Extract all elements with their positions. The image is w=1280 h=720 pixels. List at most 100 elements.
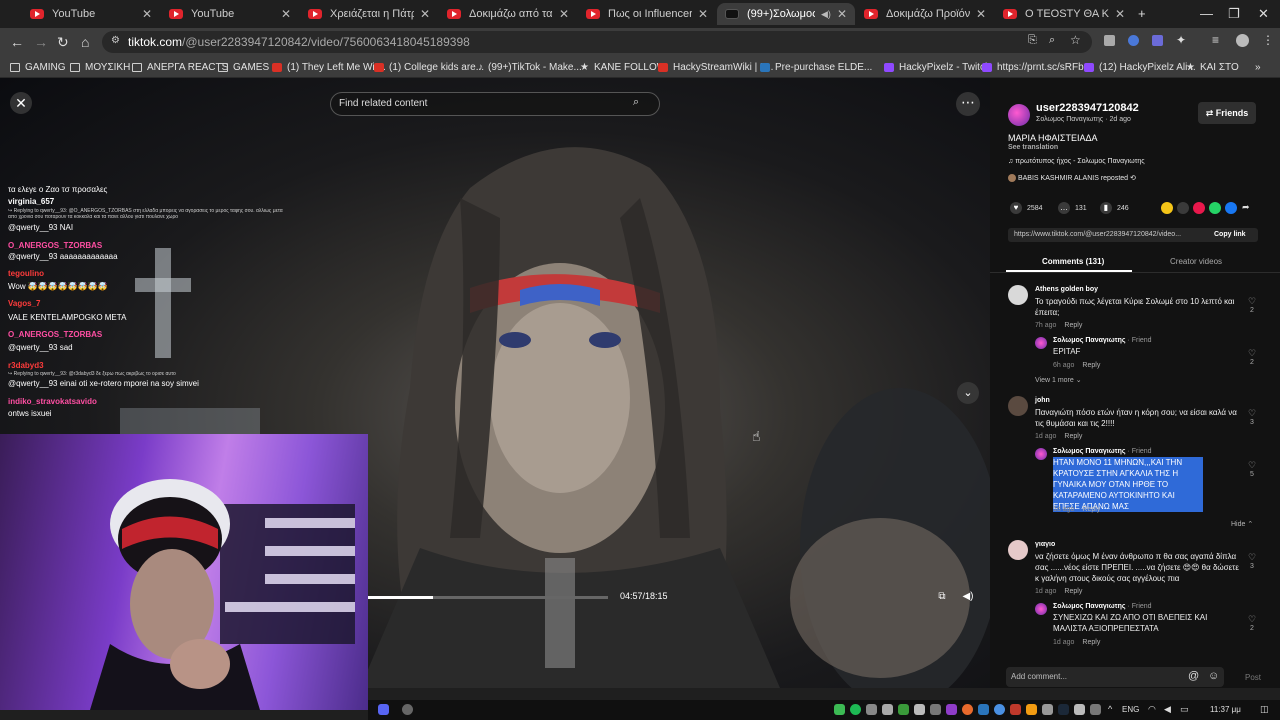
profile-avatar[interactable] bbox=[1236, 34, 1249, 47]
browser-tab[interactable]: Ο TEOSTY ΘΑ ΚΑΝΕΙ IRL ✕ bbox=[995, 3, 1133, 25]
bookmark-item[interactable]: HackyPixelz - Twitch bbox=[884, 59, 991, 75]
window-close-button[interactable]: ✕ bbox=[1258, 6, 1269, 22]
new-tab-button[interactable]: + bbox=[1138, 6, 1146, 21]
commenter-avatar[interactable] bbox=[1008, 285, 1028, 305]
comment-like[interactable]: ♡ 3 bbox=[1246, 552, 1258, 570]
tiktok-share-icon[interactable] bbox=[1193, 202, 1205, 214]
video-progress-bar[interactable] bbox=[368, 596, 608, 599]
browser-tab[interactable]: YouTube ✕ bbox=[161, 3, 299, 25]
tray-icon[interactable] bbox=[834, 704, 845, 715]
bookmark-item[interactable]: GAMES bbox=[218, 59, 269, 75]
zoom-icon[interactable]: ⌕ bbox=[1049, 34, 1055, 47]
bookmark-item[interactable]: GAMING bbox=[10, 59, 66, 75]
steam-icon[interactable] bbox=[1058, 704, 1069, 715]
comment-like[interactable]: ♡ 5 bbox=[1246, 460, 1258, 478]
tray-icon[interactable] bbox=[930, 704, 941, 715]
bookmark-item[interactable]: ♪ (99+)TikTok - Make... bbox=[478, 59, 582, 75]
mention-icon[interactable]: @ bbox=[1188, 670, 1199, 682]
bookmark-item[interactable]: (12) HackyPixelz Ali... bbox=[1084, 59, 1196, 75]
bookmark-item[interactable]: HackyStreamWiki | F... bbox=[658, 59, 773, 75]
comment-username[interactable]: john bbox=[1035, 397, 1050, 404]
wifi-icon[interactable]: ◠ bbox=[1148, 704, 1159, 715]
reload-button[interactable]: ↻ bbox=[57, 34, 69, 51]
bookmark-item[interactable]: Pre-purchase ELDE... bbox=[760, 59, 872, 75]
restore-button[interactable]: ❐ bbox=[1228, 6, 1240, 22]
reply-button[interactable]: Reply bbox=[1082, 362, 1100, 369]
bookmark-item[interactable]: ΜΟΥΣΙΚΗ bbox=[70, 59, 130, 75]
tray-icon[interactable] bbox=[866, 704, 877, 715]
emoji-share-icon[interactable] bbox=[1161, 202, 1173, 214]
close-icon[interactable]: ✕ bbox=[837, 7, 847, 21]
site-info-icon[interactable]: ⚙ bbox=[111, 35, 120, 46]
close-icon[interactable]: ✕ bbox=[420, 7, 430, 21]
author-username[interactable]: user2283947120842 bbox=[1036, 102, 1139, 114]
clock[interactable]: 11:37 μμ bbox=[1210, 705, 1241, 714]
bookmark-item[interactable]: ★ ΚΑΙ ΣΤΟ bbox=[1186, 59, 1239, 75]
extensions-puzzle-icon[interactable]: ✦ bbox=[1176, 33, 1186, 47]
whatsapp-icon[interactable] bbox=[1209, 202, 1221, 214]
address-bar[interactable]: ⚙ tiktok.com/@user2283947120842/video/75… bbox=[102, 31, 1092, 53]
tray-icon[interactable] bbox=[1010, 704, 1021, 715]
extension-icon[interactable] bbox=[1104, 35, 1115, 46]
picture-in-picture-icon[interactable]: ⧉ bbox=[934, 591, 950, 607]
commenter-avatar[interactable] bbox=[1035, 603, 1047, 615]
reply-button[interactable]: Reply bbox=[1082, 639, 1100, 646]
copy-link-button[interactable]: Copy link bbox=[1214, 231, 1246, 238]
comment-like[interactable]: ♡ 3 bbox=[1246, 408, 1258, 426]
hide-replies[interactable]: Hide ⌃ bbox=[1231, 520, 1253, 528]
browser-tab[interactable]: Δοκιμάζω Προϊόντα που ✕ bbox=[856, 3, 994, 25]
back-button[interactable]: ← bbox=[10, 34, 24, 50]
speaker-icon[interactable]: ◀ bbox=[1164, 704, 1175, 715]
post-button[interactable]: Post bbox=[1245, 673, 1261, 682]
close-icon[interactable]: ✕ bbox=[698, 7, 708, 21]
commenter-avatar[interactable] bbox=[1035, 448, 1047, 460]
tray-icon[interactable] bbox=[1090, 704, 1101, 715]
close-icon[interactable]: ✕ bbox=[559, 7, 569, 21]
tray-icon[interactable] bbox=[898, 704, 909, 715]
tray-icon[interactable] bbox=[914, 704, 925, 715]
close-icon[interactable]: ✕ bbox=[281, 7, 291, 21]
browser-tab[interactable]: YouTube ✕ bbox=[22, 3, 160, 25]
comment-like[interactable]: ♡ 2 bbox=[1246, 348, 1258, 366]
install-app-icon[interactable]: ⎘ bbox=[1028, 34, 1037, 47]
close-icon[interactable]: ✕ bbox=[976, 7, 986, 21]
comment-button[interactable]: … 131 bbox=[1058, 202, 1087, 214]
browser-tab-active[interactable]: (99+)Σολωμος Παναγ ◀) ✕ bbox=[717, 3, 855, 25]
save-button[interactable]: ▮ 246 bbox=[1100, 202, 1129, 214]
tray-icon[interactable] bbox=[978, 704, 989, 715]
author-avatar[interactable] bbox=[1008, 104, 1030, 126]
tray-icon[interactable] bbox=[1026, 704, 1037, 715]
bookmark-item[interactable]: ★ KANE FOLLOW bbox=[580, 59, 666, 75]
tray-icon[interactable] bbox=[1074, 704, 1085, 715]
reply-button[interactable]: Reply bbox=[1064, 588, 1082, 595]
browser-tab[interactable]: Πως οι Influencers σε ΧΕΙ ✕ bbox=[578, 3, 716, 25]
repost-icon[interactable]: ⟲ bbox=[1130, 175, 1136, 182]
tray-icon[interactable] bbox=[994, 704, 1005, 715]
more-options-button[interactable]: ⋯ bbox=[956, 92, 980, 116]
close-icon[interactable]: ✕ bbox=[1115, 7, 1125, 21]
reply-button[interactable]: Reply bbox=[1064, 322, 1082, 329]
video-link-field[interactable]: https://www.tiktok.com/@user228394712084… bbox=[1008, 228, 1258, 242]
add-comment-input[interactable]: Add comment... @ ☺ bbox=[1006, 667, 1224, 687]
view-more-replies[interactable]: View 1 more ⌄ bbox=[1035, 376, 1082, 384]
comment-username[interactable]: Σολωμος Παναγιωτης · Friend bbox=[1053, 603, 1152, 610]
tray-icon[interactable] bbox=[882, 704, 893, 715]
tab-creator-videos[interactable]: Creator videos bbox=[1170, 257, 1222, 266]
reply-button[interactable]: Reply bbox=[1082, 506, 1100, 513]
home-icon[interactable]: ⌂ bbox=[81, 34, 89, 50]
browser-tab[interactable]: Χρειάζεται η Πάτρα μετρ ✕ bbox=[300, 3, 438, 25]
bookmark-item[interactable]: (1) College kids are... bbox=[374, 59, 484, 75]
speaker-icon[interactable]: ◀) bbox=[821, 9, 831, 20]
commenter-avatar[interactable] bbox=[1035, 337, 1047, 349]
see-translation-link[interactable]: See translation bbox=[1008, 144, 1058, 151]
chevron-down-icon[interactable]: ⌄ bbox=[957, 382, 979, 404]
tray-icon[interactable] bbox=[1042, 704, 1053, 715]
chevron-up-icon[interactable]: ^ bbox=[1108, 704, 1119, 715]
language-indicator[interactable]: ENG bbox=[1122, 705, 1139, 714]
tab-comments[interactable]: Comments (131) bbox=[1042, 257, 1104, 266]
friends-button[interactable]: ⇄ Friends bbox=[1198, 102, 1256, 124]
reply-button[interactable]: Reply bbox=[1064, 433, 1082, 440]
tray-icon[interactable] bbox=[962, 704, 973, 715]
extension-icon[interactable] bbox=[1152, 35, 1163, 46]
app-icon[interactable] bbox=[402, 704, 413, 715]
